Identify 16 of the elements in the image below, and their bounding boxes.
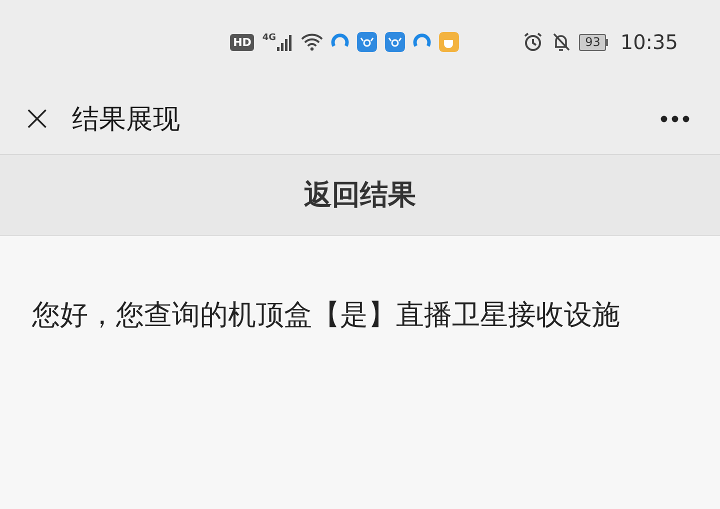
battery-level: 93 [579, 34, 606, 50]
result-message: 您好，您查询的机顶盒【是】直播卫星接收设施 [32, 297, 621, 333]
alarm-icon [523, 32, 544, 52]
app-icon [357, 32, 378, 52]
network-type: 4G [262, 33, 276, 43]
signal-icon [277, 33, 294, 51]
page-title: 结果展现 [72, 103, 181, 137]
section-title: 返回结果 [304, 177, 416, 213]
clock-time: 10:35 [620, 30, 678, 54]
app-icon [385, 32, 406, 52]
more-icon[interactable] [660, 115, 690, 123]
wifi-icon [301, 33, 324, 51]
mute-bell-icon [551, 32, 572, 52]
close-button[interactable]: × [22, 101, 52, 137]
cup-icon [439, 32, 460, 52]
hd-badge: HD [230, 34, 254, 50]
